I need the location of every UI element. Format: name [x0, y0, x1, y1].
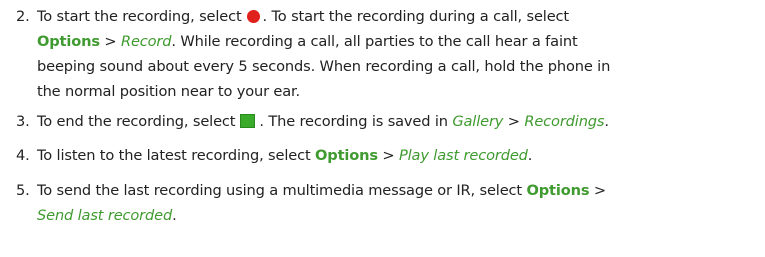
step-text: . While recording a call, all parties to…	[171, 33, 578, 50]
options-menu-label: Options	[315, 147, 378, 164]
step-end: .	[172, 207, 177, 224]
record-icon	[246, 10, 260, 23]
options-menu-label: Options	[37, 33, 100, 50]
step-number: 3.	[16, 113, 30, 130]
step-2-line-1: 2. To start the recording, select . To sta…	[16, 4, 761, 29]
record-menu-item: Record	[120, 33, 172, 50]
step-text: . To start the recording during a call, …	[262, 8, 570, 25]
path-separator: >	[99, 33, 121, 50]
step-number: 2.	[16, 8, 30, 25]
step-number: 5.	[16, 182, 30, 199]
step-3-line-1: 3. To end the recording, select . The reco…	[16, 109, 761, 134]
step-end: .	[527, 147, 533, 164]
step-2-line-2: Options > Record. While recording a call…	[16, 29, 761, 54]
step-4-line-1: 4. To listen to the latest recording, sel…	[16, 143, 761, 168]
step-text: . The recording is saved in	[259, 113, 448, 130]
step-5: 5. To send the last recording using a mul…	[16, 178, 761, 228]
path-separator: >	[377, 147, 399, 164]
options-menu-label: Options	[526, 182, 590, 199]
step-text: To listen to the latest recording, selec…	[37, 147, 311, 164]
step-text: To end the recording, select	[37, 113, 236, 130]
gallery-menu-item: Gallery	[452, 113, 504, 130]
step-4: 4. To listen to the latest recording, sel…	[16, 143, 761, 168]
step-end: .	[604, 113, 609, 130]
play-last-recorded-item: Play last recorded	[398, 147, 528, 164]
send-last-recorded-item: Send last recorded	[37, 207, 173, 224]
recordings-folder: Recordings	[524, 113, 605, 130]
stop-icon	[240, 114, 256, 128]
step-text: To start the recording, select	[37, 8, 242, 25]
step-5-line-1: 5. To send the last recording using a mul…	[16, 178, 761, 203]
path-separator: >	[503, 113, 525, 130]
step-3: 3. To end the recording, select . The reco…	[16, 109, 761, 134]
step-2-line-4: the normal position near to your ear.	[37, 83, 301, 100]
step-2-line-3: beeping sound about every 5 seconds. Whe…	[37, 58, 611, 75]
step-text: To send the last recording using a multi…	[37, 182, 522, 199]
step-2: 2. To start the recording, select . To sta…	[16, 4, 761, 104]
instruction-document: 2. To start the recording, select . To sta…	[0, 0, 765, 257]
path-separator: >	[589, 182, 606, 199]
step-5-line-2: Send last recorded.	[16, 203, 761, 228]
step-number: 4.	[16, 147, 30, 164]
